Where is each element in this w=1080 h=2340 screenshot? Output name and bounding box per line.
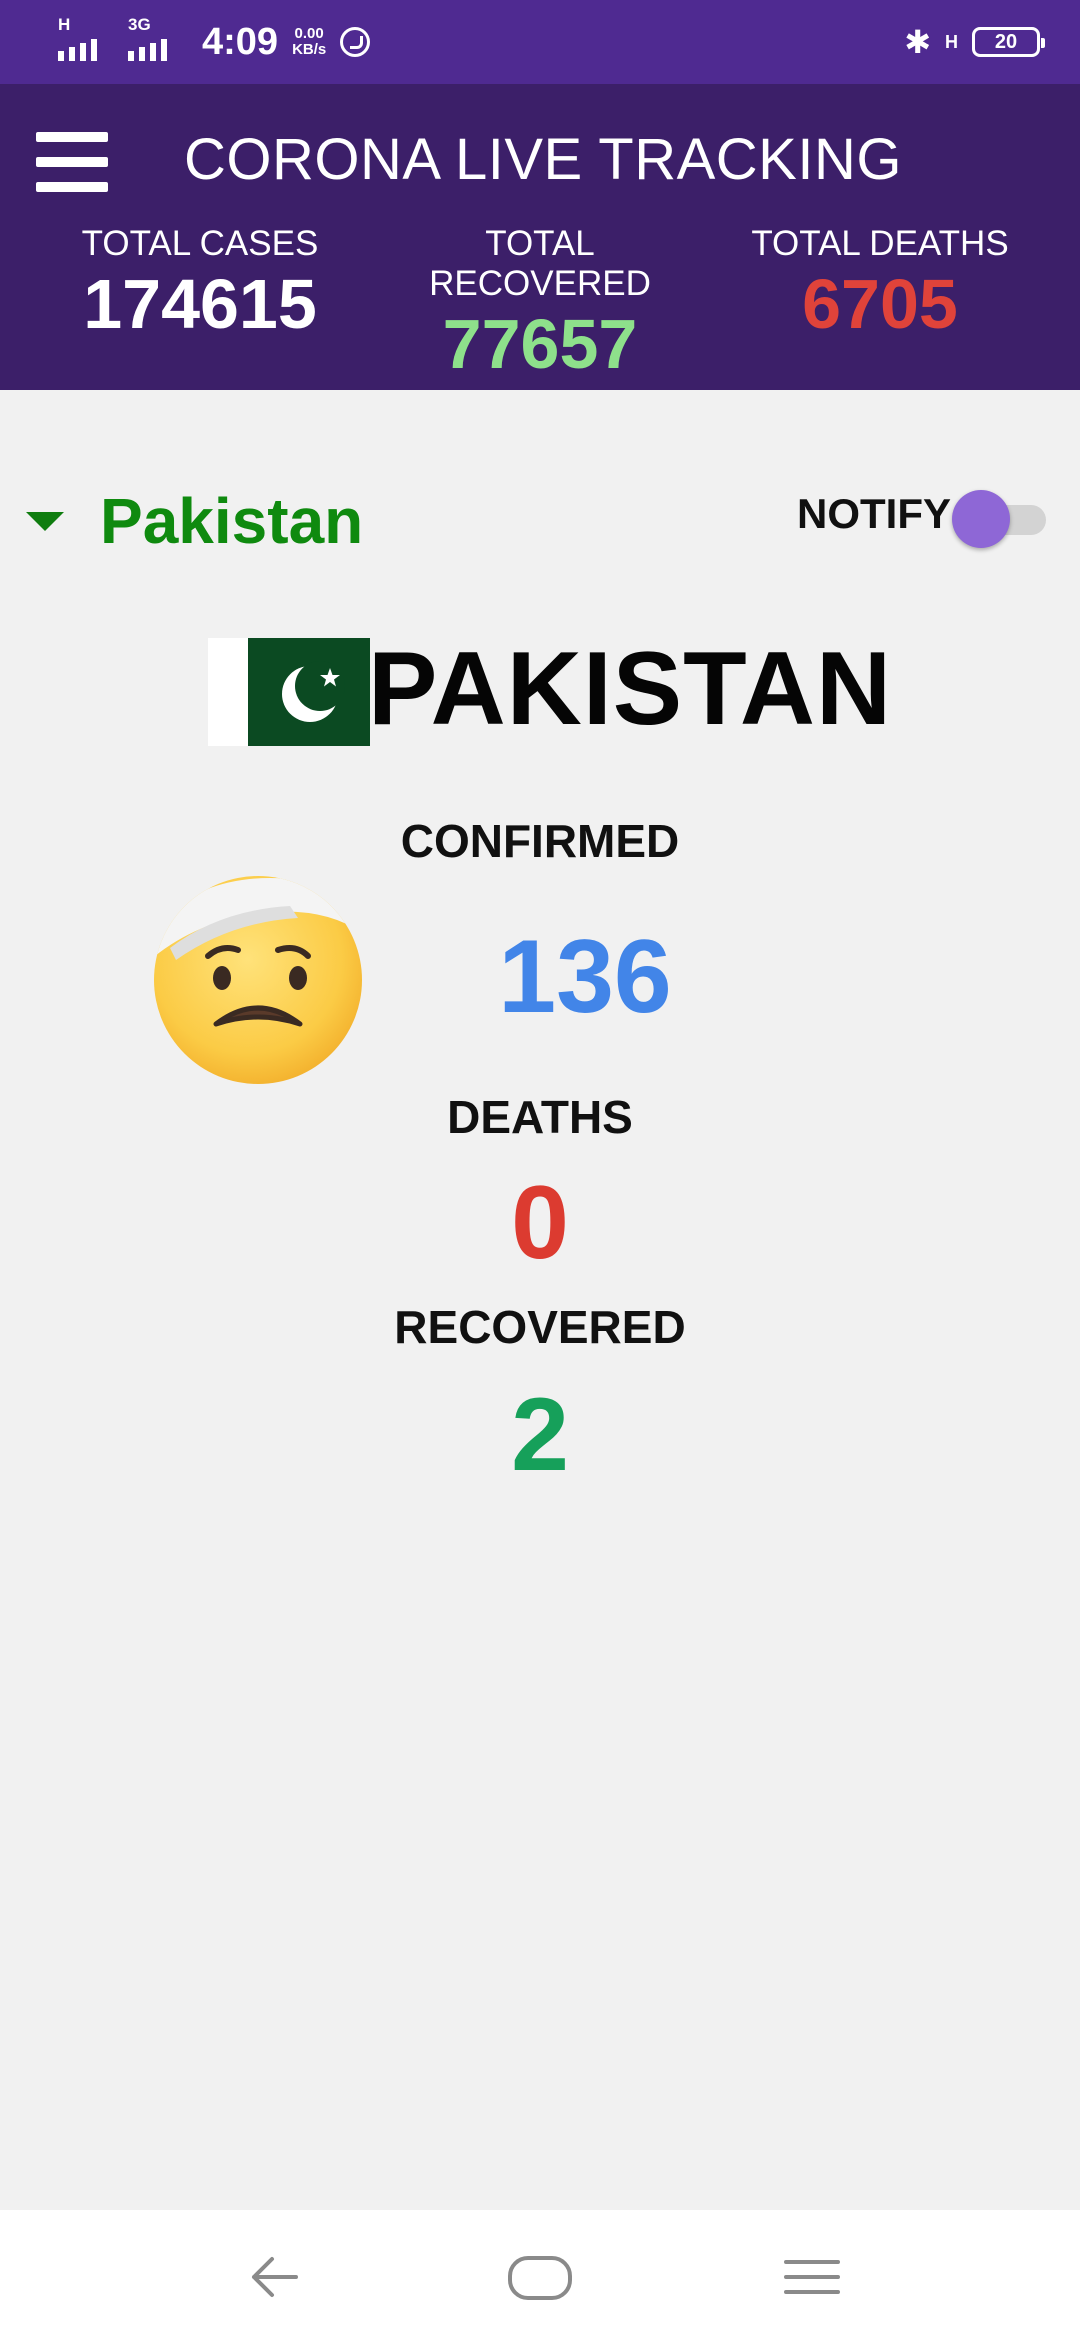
app-title: CORONA LIVE TRACKING bbox=[184, 127, 902, 192]
whatsapp-icon bbox=[340, 27, 371, 57]
recovered-value: 2 bbox=[511, 1377, 569, 1493]
bluetooth-icon: ✱ bbox=[904, 23, 931, 61]
network-type-right: H bbox=[945, 32, 958, 52]
pakistan-flag-icon bbox=[208, 638, 370, 746]
face-with-head-bandage-icon bbox=[150, 874, 366, 1086]
sim1-signal-icon: H bbox=[58, 15, 114, 65]
total-deaths-value: 6705 bbox=[802, 265, 958, 343]
network-speed-unit: KB/s bbox=[292, 41, 327, 58]
toggle-thumb bbox=[952, 490, 1010, 548]
status-bar: H 3G 4:09 0.00 KB/s ✱ H 20 bbox=[0, 0, 1080, 84]
total-deaths-stat: TOTAL DEATHS 6705 bbox=[750, 224, 1010, 344]
total-deaths-label: TOTAL DEATHS bbox=[751, 224, 1009, 263]
battery-level: 20 bbox=[994, 30, 1018, 53]
menu-lines-icon[interactable] bbox=[766, 2242, 856, 2312]
total-cases-stat: TOTAL CASES 174615 bbox=[60, 224, 340, 344]
hamburger-menu-icon[interactable] bbox=[36, 132, 108, 192]
total-cases-label: TOTAL CASES bbox=[81, 224, 319, 263]
total-recovered-value: 77657 bbox=[442, 305, 638, 383]
notify-label: NOTIFY bbox=[797, 490, 951, 537]
total-recovered-stat: TOTAL RECOVERED 77657 bbox=[380, 224, 700, 384]
sim2-network-type: 3G bbox=[128, 15, 151, 34]
sim1-network-type: H bbox=[58, 15, 71, 34]
back-arrow-icon[interactable] bbox=[226, 2242, 316, 2312]
app-header: CORONA LIVE TRACKING TOTAL CASES 174615 … bbox=[0, 84, 1080, 390]
confirmed-label: CONFIRMED bbox=[400, 815, 680, 867]
confirmed-value: 136 bbox=[498, 919, 672, 1035]
country-selector[interactable]: Pakistan bbox=[100, 484, 363, 558]
status-time: 4:09 bbox=[202, 20, 279, 63]
deaths-label: DEATHS bbox=[447, 1091, 633, 1143]
notify-toggle[interactable] bbox=[952, 490, 1048, 550]
status-bar-left: H 3G 4:09 0.00 KB/s bbox=[58, 14, 371, 70]
status-bar-right: ✱ H 20 bbox=[904, 18, 1045, 66]
total-cases-value: 174615 bbox=[83, 265, 317, 343]
battery-icon: 20 bbox=[972, 27, 1045, 57]
network-speed: 0.00 KB/s bbox=[292, 26, 326, 58]
country-heading-text: PAKISTAN bbox=[368, 631, 893, 747]
system-nav-bar bbox=[0, 2210, 1080, 2340]
network-speed-value: 0.00 bbox=[294, 25, 324, 42]
country-heading: PAKISTAN bbox=[208, 631, 908, 747]
home-icon[interactable] bbox=[494, 2242, 584, 2312]
sim2-signal-icon: 3G bbox=[128, 15, 184, 65]
deaths-value: 0 bbox=[511, 1165, 569, 1281]
total-recovered-label: TOTAL RECOVERED bbox=[429, 224, 651, 303]
app-screen: H 3G 4:09 0.00 KB/s ✱ H 20 CORONA LIVE T… bbox=[0, 0, 1080, 2340]
caret-down-icon[interactable] bbox=[26, 512, 64, 531]
country-selector-row: Pakistan NOTIFY bbox=[0, 470, 1080, 570]
recovered-label: RECOVERED bbox=[394, 1301, 686, 1353]
